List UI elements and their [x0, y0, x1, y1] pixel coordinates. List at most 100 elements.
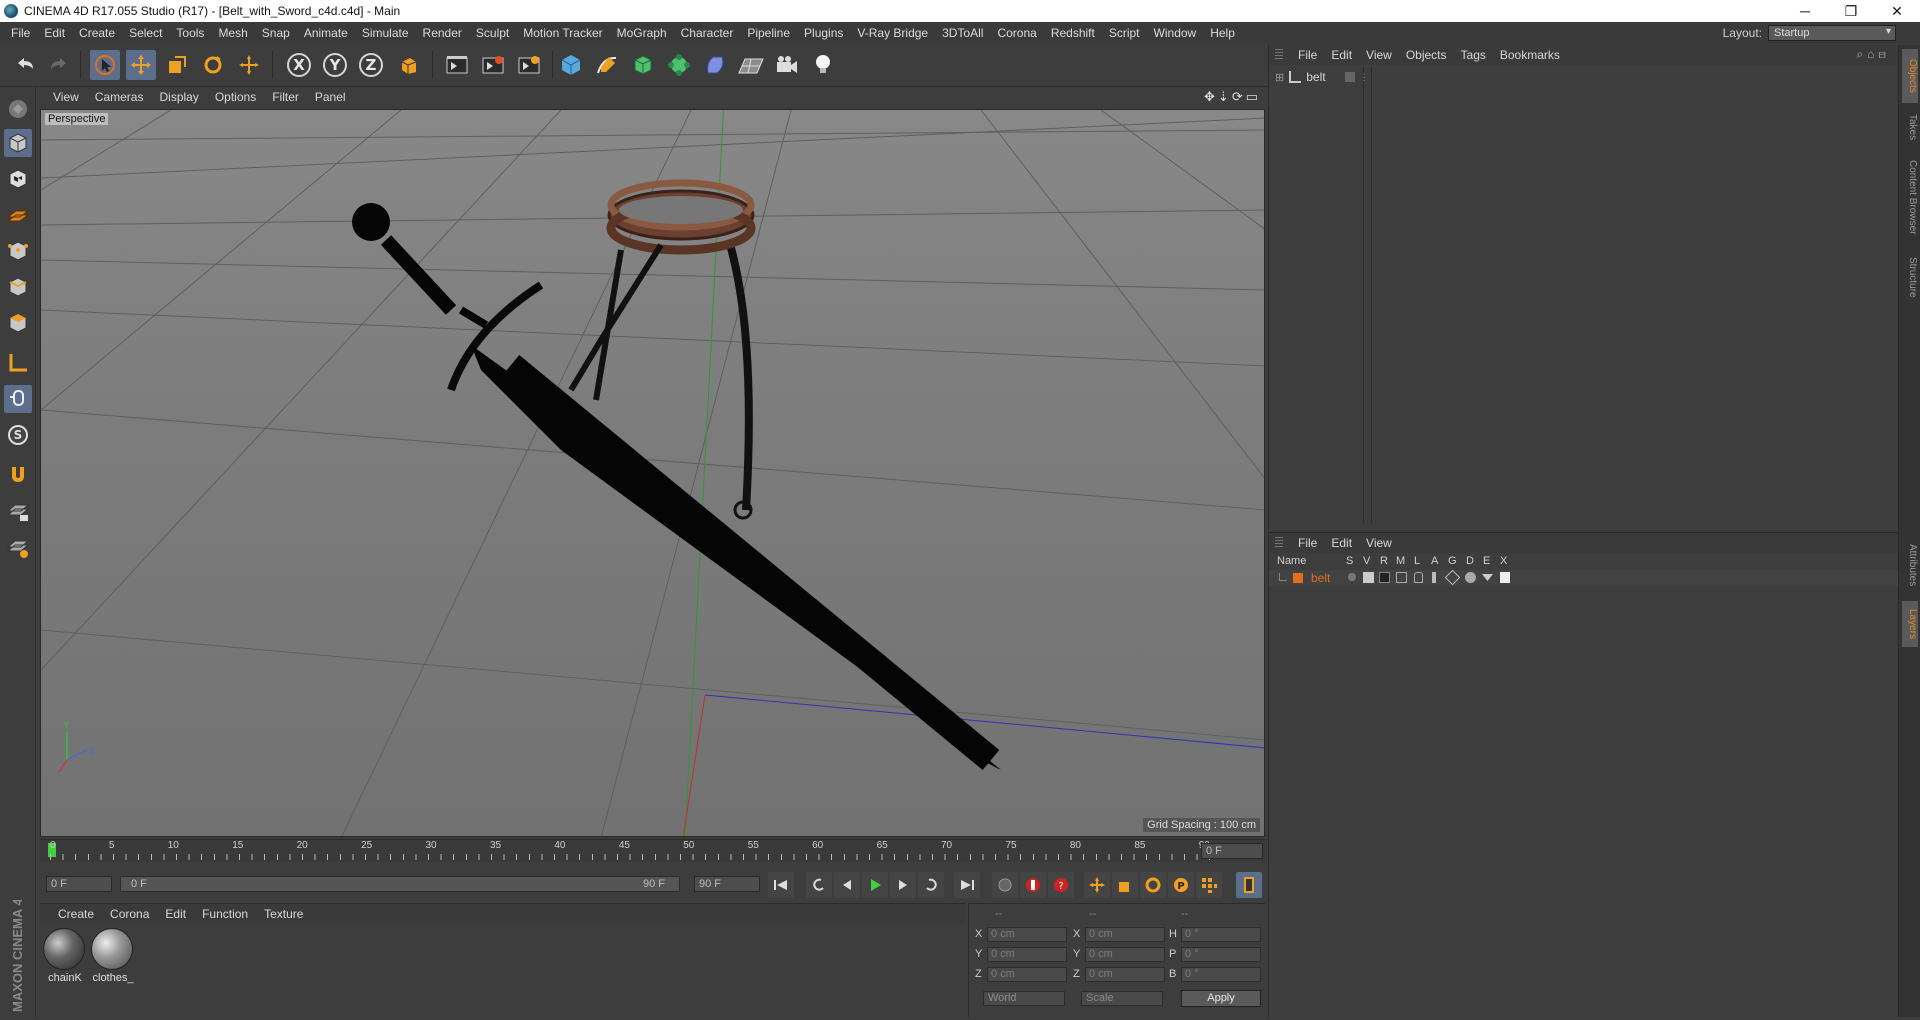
restore-button[interactable]: ❐ [1828, 0, 1874, 22]
layer-expression-icon[interactable] [1482, 574, 1493, 581]
select-arrow-icon[interactable] [90, 50, 120, 80]
snap-magnet-icon[interactable] [4, 461, 32, 489]
motion-record-icon[interactable] [992, 872, 1018, 898]
column-solo[interactable]: S [1346, 555, 1353, 567]
layer-generator-icon[interactable] [1444, 569, 1461, 586]
key-scale-icon[interactable] [1112, 872, 1138, 898]
axis-mode-icon[interactable] [4, 349, 32, 377]
axis-x-icon[interactable]: X [284, 50, 314, 80]
panel-grip-icon[interactable] [1275, 537, 1283, 549]
close-button[interactable]: ✕ [1874, 0, 1920, 22]
objmgr-menu-edit[interactable]: Edit [1324, 48, 1359, 62]
tab-layers[interactable]: Layers [1902, 601, 1918, 647]
lock-workplane-icon[interactable] [4, 497, 32, 525]
column-expressions[interactable]: E [1483, 555, 1490, 567]
polygons-mode-icon[interactable] [4, 309, 32, 337]
menu-tools[interactable]: Tools [169, 26, 211, 40]
rot-h-field[interactable]: 0 ° [1181, 927, 1261, 942]
layer-xref-icon[interactable] [1500, 572, 1510, 583]
texture-mode-icon[interactable] [4, 165, 32, 193]
visibility-dots-icon[interactable]: ⋮ [1360, 72, 1369, 83]
frame-range-slider[interactable]: 0 F 90 F [120, 876, 680, 892]
material-menu-function[interactable]: Function [194, 907, 256, 921]
column-animation[interactable]: A [1431, 555, 1438, 567]
objmgr-menu-view[interactable]: View [1359, 48, 1399, 62]
size-mode-dropdown[interactable]: Scale [1081, 991, 1163, 1006]
make-editable-icon[interactable] [4, 95, 32, 123]
model-mode-icon[interactable] [4, 129, 32, 157]
viewport-menu-panel[interactable]: Panel [307, 90, 354, 104]
timeline-window-icon[interactable] [1236, 872, 1262, 898]
menu-redshift[interactable]: Redshift [1044, 26, 1102, 40]
layer-name[interactable]: belt [1311, 571, 1330, 585]
viewport-nav-icons[interactable]: ✥⇣⟳▭ [1204, 89, 1261, 105]
menu-3dtoall[interactable]: 3DToAll [935, 26, 990, 40]
menu-motion-tracker[interactable]: Motion Tracker [516, 26, 609, 40]
minimize-button[interactable]: ─ [1782, 0, 1828, 22]
end-frame-field[interactable]: 90 F [694, 876, 760, 892]
viewport-menu-display[interactable]: Display [151, 90, 206, 104]
menu-plugins[interactable]: Plugins [797, 26, 850, 40]
objmgr-menu-bookmarks[interactable]: Bookmarks [1493, 48, 1567, 62]
camera-icon[interactable] [772, 50, 802, 80]
axis-z-icon[interactable]: Z [356, 50, 386, 80]
render-view-icon[interactable] [442, 50, 472, 80]
menu-vray-bridge[interactable]: V-Ray Bridge [850, 26, 935, 40]
tab-attributes[interactable]: Attributes [1902, 533, 1918, 597]
material-menu-corona[interactable]: Corona [102, 907, 157, 921]
light-icon[interactable] [808, 50, 838, 80]
coordinate-system-icon[interactable] [394, 50, 424, 80]
go-to-start-icon[interactable] [768, 872, 794, 898]
tab-content-browser[interactable]: Content Browser [1902, 151, 1918, 243]
floor-environment-icon[interactable] [736, 50, 766, 80]
laymgr-menu-edit[interactable]: Edit [1324, 536, 1359, 550]
layer-solo-icon[interactable] [1348, 573, 1356, 581]
timeline-ruler[interactable]: 0 5 10 15 20 25 30 35 40 45 50 55 60 65 … [40, 839, 1265, 861]
perspective-viewport[interactable]: Y Z Perspective Grid Spacing : 100 cm [40, 109, 1265, 837]
subdivision-icon[interactable] [628, 50, 658, 80]
cube-primitive-icon[interactable] [556, 50, 586, 80]
go-to-end-icon[interactable] [954, 872, 980, 898]
planar-workplane-icon[interactable] [4, 533, 32, 561]
tab-objects[interactable]: Objects [1902, 49, 1918, 103]
live-move-icon[interactable] [234, 50, 264, 80]
menu-help[interactable]: Help [1203, 26, 1242, 40]
menu-animate[interactable]: Animate [297, 26, 355, 40]
material-menu-create[interactable]: Create [50, 907, 102, 921]
rotate-icon[interactable] [198, 50, 228, 80]
tweak-mode-icon[interactable] [4, 385, 32, 413]
layer-lock-icon[interactable] [1414, 572, 1423, 583]
tab-takes[interactable]: Takes [1902, 107, 1918, 147]
key-parameter-icon[interactable]: P [1168, 872, 1194, 898]
rot-p-field[interactable]: 0 ° [1181, 947, 1261, 962]
material-menu-texture[interactable]: Texture [256, 907, 311, 921]
layer-row[interactable]: belt [1269, 569, 1899, 586]
record-keys-icon[interactable] [1020, 872, 1046, 898]
menu-pipeline[interactable]: Pipeline [740, 26, 797, 40]
object-name[interactable]: belt [1306, 70, 1325, 84]
render-picture-viewer-icon[interactable] [478, 50, 508, 80]
workplane-mode-icon[interactable] [4, 201, 32, 229]
current-frame-field[interactable]: 0 F [1201, 843, 1263, 859]
layer-manager-icon[interactable] [1396, 572, 1407, 583]
solo-icon[interactable]: S [4, 421, 32, 449]
mograph-cloner-icon[interactable] [664, 50, 694, 80]
objmgr-menu-tags[interactable]: Tags [1454, 48, 1493, 62]
size-z-field[interactable]: 0 cm [1085, 967, 1165, 982]
key-position-icon[interactable] [1084, 872, 1110, 898]
pos-z-field[interactable]: 0 cm [987, 967, 1067, 982]
viewport-menu-options[interactable]: Options [207, 90, 264, 104]
apply-button[interactable]: Apply [1181, 990, 1261, 1007]
pos-y-field[interactable]: 0 cm [987, 947, 1067, 962]
menu-render[interactable]: Render [416, 26, 469, 40]
size-x-field[interactable]: 0 cm [1085, 927, 1165, 942]
tab-structure[interactable]: Structure [1902, 247, 1918, 307]
pos-x-field[interactable]: 0 cm [987, 927, 1067, 942]
autokey-icon[interactable]: ? [1048, 872, 1074, 898]
coordinate-space-dropdown[interactable]: World [983, 991, 1065, 1006]
menu-window[interactable]: Window [1147, 26, 1204, 40]
column-visible[interactable]: V [1363, 555, 1370, 567]
column-render[interactable]: R [1380, 555, 1388, 567]
layer-color-swatch[interactable] [1293, 573, 1303, 583]
layer-tag-icon[interactable] [1344, 72, 1355, 82]
